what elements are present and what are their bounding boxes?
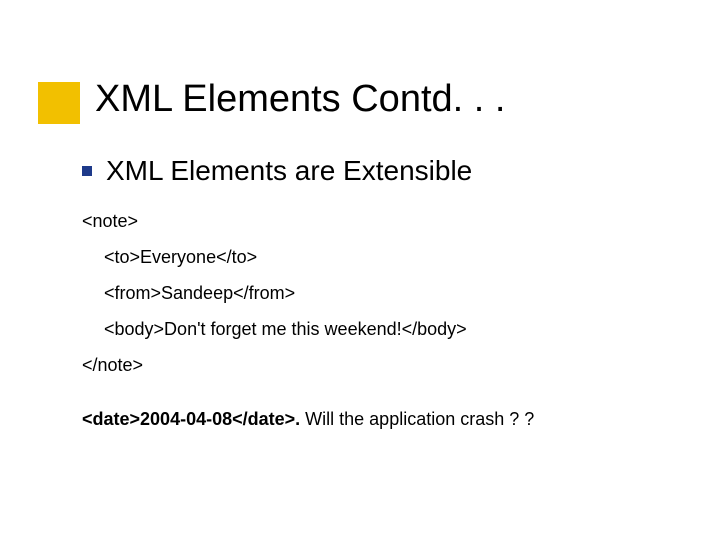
bullet-row: XML Elements are Extensible: [82, 155, 662, 187]
code-line-to: <to>Everyone</to>: [82, 239, 662, 275]
code-line-note-open: <note>: [82, 203, 662, 239]
question-rest: Will the application crash ? ?: [300, 409, 534, 429]
code-line-note-close: </note>: [82, 347, 662, 383]
content-area: XML Elements are Extensible <note> <to>E…: [82, 155, 662, 430]
slide: XML Elements Contd. . . XML Elements are…: [0, 0, 720, 540]
title-accent-square: [38, 82, 80, 124]
question-bold: <date>2004-04-08</date>.: [82, 409, 300, 429]
code-line-from: <from>Sandeep</from>: [82, 275, 662, 311]
code-line-body: <body>Don't forget me this weekend!</bod…: [82, 311, 662, 347]
xml-code-block: <note> <to>Everyone</to> <from>Sandeep</…: [82, 203, 662, 383]
bullet-text: XML Elements are Extensible: [106, 155, 472, 187]
question-line: <date>2004-04-08</date>. Will the applic…: [82, 409, 662, 430]
slide-title: XML Elements Contd. . .: [95, 78, 505, 121]
bullet-icon: [82, 166, 92, 176]
